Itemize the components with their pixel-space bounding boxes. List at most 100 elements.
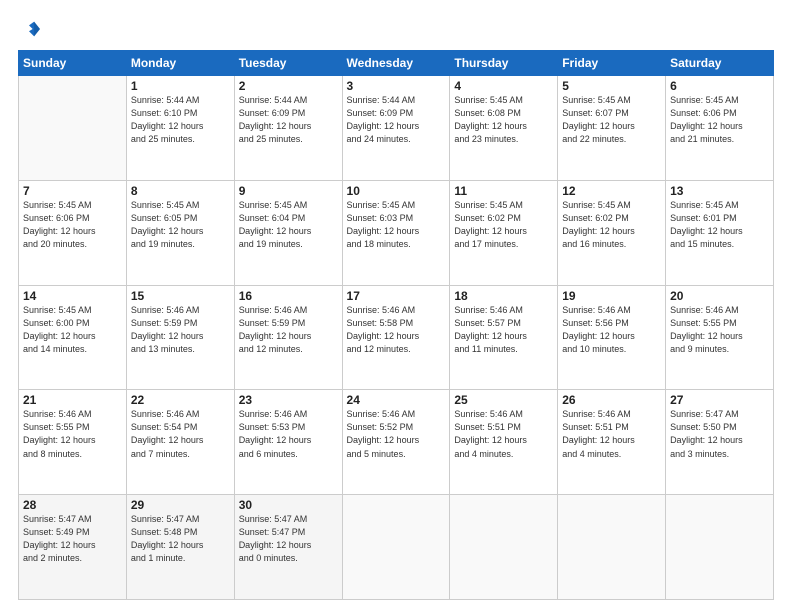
day-info: Sunrise: 5:45 AM Sunset: 6:08 PM Dayligh… [454, 94, 553, 146]
weekday-header-thursday: Thursday [450, 51, 558, 76]
calendar-week-2: 7Sunrise: 5:45 AM Sunset: 6:06 PM Daylig… [19, 180, 774, 285]
day-info: Sunrise: 5:45 AM Sunset: 6:05 PM Dayligh… [131, 199, 230, 251]
day-number: 14 [23, 289, 122, 303]
day-info: Sunrise: 5:44 AM Sunset: 6:09 PM Dayligh… [239, 94, 338, 146]
day-info: Sunrise: 5:45 AM Sunset: 6:06 PM Dayligh… [23, 199, 122, 251]
day-number: 16 [239, 289, 338, 303]
day-number: 12 [562, 184, 661, 198]
day-number: 21 [23, 393, 122, 407]
day-info: Sunrise: 5:46 AM Sunset: 5:57 PM Dayligh… [454, 304, 553, 356]
day-number: 13 [670, 184, 769, 198]
calendar-cell: 13Sunrise: 5:45 AM Sunset: 6:01 PM Dayli… [666, 180, 774, 285]
day-number: 4 [454, 79, 553, 93]
day-info: Sunrise: 5:46 AM Sunset: 5:53 PM Dayligh… [239, 408, 338, 460]
day-number: 28 [23, 498, 122, 512]
weekday-header-saturday: Saturday [666, 51, 774, 76]
header [18, 18, 774, 40]
weekday-header-tuesday: Tuesday [234, 51, 342, 76]
day-number: 25 [454, 393, 553, 407]
day-info: Sunrise: 5:45 AM Sunset: 6:02 PM Dayligh… [454, 199, 553, 251]
day-info: Sunrise: 5:45 AM Sunset: 6:01 PM Dayligh… [670, 199, 769, 251]
calendar-cell: 4Sunrise: 5:45 AM Sunset: 6:08 PM Daylig… [450, 76, 558, 181]
weekday-header-sunday: Sunday [19, 51, 127, 76]
calendar-cell: 21Sunrise: 5:46 AM Sunset: 5:55 PM Dayli… [19, 390, 127, 495]
day-info: Sunrise: 5:45 AM Sunset: 6:06 PM Dayligh… [670, 94, 769, 146]
day-number: 15 [131, 289, 230, 303]
day-info: Sunrise: 5:45 AM Sunset: 6:03 PM Dayligh… [347, 199, 446, 251]
day-info: Sunrise: 5:46 AM Sunset: 5:56 PM Dayligh… [562, 304, 661, 356]
day-number: 6 [670, 79, 769, 93]
day-number: 10 [347, 184, 446, 198]
calendar-cell [342, 495, 450, 600]
calendar-cell: 12Sunrise: 5:45 AM Sunset: 6:02 PM Dayli… [558, 180, 666, 285]
calendar-cell: 9Sunrise: 5:45 AM Sunset: 6:04 PM Daylig… [234, 180, 342, 285]
calendar-page: SundayMondayTuesdayWednesdayThursdayFrid… [0, 0, 792, 612]
calendar-cell: 11Sunrise: 5:45 AM Sunset: 6:02 PM Dayli… [450, 180, 558, 285]
calendar-week-1: 1Sunrise: 5:44 AM Sunset: 6:10 PM Daylig… [19, 76, 774, 181]
day-info: Sunrise: 5:47 AM Sunset: 5:48 PM Dayligh… [131, 513, 230, 565]
weekday-header-row: SundayMondayTuesdayWednesdayThursdayFrid… [19, 51, 774, 76]
day-info: Sunrise: 5:46 AM Sunset: 5:54 PM Dayligh… [131, 408, 230, 460]
calendar-cell: 8Sunrise: 5:45 AM Sunset: 6:05 PM Daylig… [126, 180, 234, 285]
day-number: 30 [239, 498, 338, 512]
day-info: Sunrise: 5:46 AM Sunset: 5:55 PM Dayligh… [23, 408, 122, 460]
day-info: Sunrise: 5:47 AM Sunset: 5:47 PM Dayligh… [239, 513, 338, 565]
day-number: 20 [670, 289, 769, 303]
day-number: 18 [454, 289, 553, 303]
logo [18, 18, 44, 40]
day-number: 29 [131, 498, 230, 512]
calendar-cell: 29Sunrise: 5:47 AM Sunset: 5:48 PM Dayli… [126, 495, 234, 600]
day-info: Sunrise: 5:44 AM Sunset: 6:10 PM Dayligh… [131, 94, 230, 146]
day-number: 11 [454, 184, 553, 198]
calendar-cell: 30Sunrise: 5:47 AM Sunset: 5:47 PM Dayli… [234, 495, 342, 600]
calendar-cell: 19Sunrise: 5:46 AM Sunset: 5:56 PM Dayli… [558, 285, 666, 390]
calendar-cell: 25Sunrise: 5:46 AM Sunset: 5:51 PM Dayli… [450, 390, 558, 495]
calendar-cell: 17Sunrise: 5:46 AM Sunset: 5:58 PM Dayli… [342, 285, 450, 390]
day-info: Sunrise: 5:44 AM Sunset: 6:09 PM Dayligh… [347, 94, 446, 146]
calendar-cell: 18Sunrise: 5:46 AM Sunset: 5:57 PM Dayli… [450, 285, 558, 390]
day-number: 26 [562, 393, 661, 407]
day-number: 17 [347, 289, 446, 303]
calendar-cell [450, 495, 558, 600]
day-number: 9 [239, 184, 338, 198]
logo-icon [18, 18, 40, 40]
day-number: 23 [239, 393, 338, 407]
calendar-cell [558, 495, 666, 600]
calendar-cell: 15Sunrise: 5:46 AM Sunset: 5:59 PM Dayli… [126, 285, 234, 390]
calendar-cell: 22Sunrise: 5:46 AM Sunset: 5:54 PM Dayli… [126, 390, 234, 495]
weekday-header-friday: Friday [558, 51, 666, 76]
calendar-cell: 20Sunrise: 5:46 AM Sunset: 5:55 PM Dayli… [666, 285, 774, 390]
day-number: 19 [562, 289, 661, 303]
calendar-cell: 1Sunrise: 5:44 AM Sunset: 6:10 PM Daylig… [126, 76, 234, 181]
calendar-cell: 26Sunrise: 5:46 AM Sunset: 5:51 PM Dayli… [558, 390, 666, 495]
calendar-cell [666, 495, 774, 600]
day-info: Sunrise: 5:46 AM Sunset: 5:59 PM Dayligh… [131, 304, 230, 356]
day-info: Sunrise: 5:46 AM Sunset: 5:52 PM Dayligh… [347, 408, 446, 460]
weekday-header-monday: Monday [126, 51, 234, 76]
calendar-week-3: 14Sunrise: 5:45 AM Sunset: 6:00 PM Dayli… [19, 285, 774, 390]
day-info: Sunrise: 5:46 AM Sunset: 5:51 PM Dayligh… [562, 408, 661, 460]
calendar-cell [19, 76, 127, 181]
calendar-cell: 7Sunrise: 5:45 AM Sunset: 6:06 PM Daylig… [19, 180, 127, 285]
calendar-table: SundayMondayTuesdayWednesdayThursdayFrid… [18, 50, 774, 600]
day-info: Sunrise: 5:46 AM Sunset: 5:59 PM Dayligh… [239, 304, 338, 356]
day-info: Sunrise: 5:47 AM Sunset: 5:49 PM Dayligh… [23, 513, 122, 565]
day-number: 27 [670, 393, 769, 407]
calendar-cell: 16Sunrise: 5:46 AM Sunset: 5:59 PM Dayli… [234, 285, 342, 390]
day-info: Sunrise: 5:46 AM Sunset: 5:51 PM Dayligh… [454, 408, 553, 460]
calendar-cell: 6Sunrise: 5:45 AM Sunset: 6:06 PM Daylig… [666, 76, 774, 181]
day-number: 2 [239, 79, 338, 93]
day-info: Sunrise: 5:45 AM Sunset: 6:07 PM Dayligh… [562, 94, 661, 146]
calendar-week-5: 28Sunrise: 5:47 AM Sunset: 5:49 PM Dayli… [19, 495, 774, 600]
calendar-cell: 24Sunrise: 5:46 AM Sunset: 5:52 PM Dayli… [342, 390, 450, 495]
calendar-cell: 27Sunrise: 5:47 AM Sunset: 5:50 PM Dayli… [666, 390, 774, 495]
day-info: Sunrise: 5:45 AM Sunset: 6:02 PM Dayligh… [562, 199, 661, 251]
day-info: Sunrise: 5:45 AM Sunset: 6:04 PM Dayligh… [239, 199, 338, 251]
day-number: 22 [131, 393, 230, 407]
calendar-cell: 28Sunrise: 5:47 AM Sunset: 5:49 PM Dayli… [19, 495, 127, 600]
day-number: 24 [347, 393, 446, 407]
weekday-header-wednesday: Wednesday [342, 51, 450, 76]
day-info: Sunrise: 5:46 AM Sunset: 5:55 PM Dayligh… [670, 304, 769, 356]
day-number: 7 [23, 184, 122, 198]
day-number: 3 [347, 79, 446, 93]
